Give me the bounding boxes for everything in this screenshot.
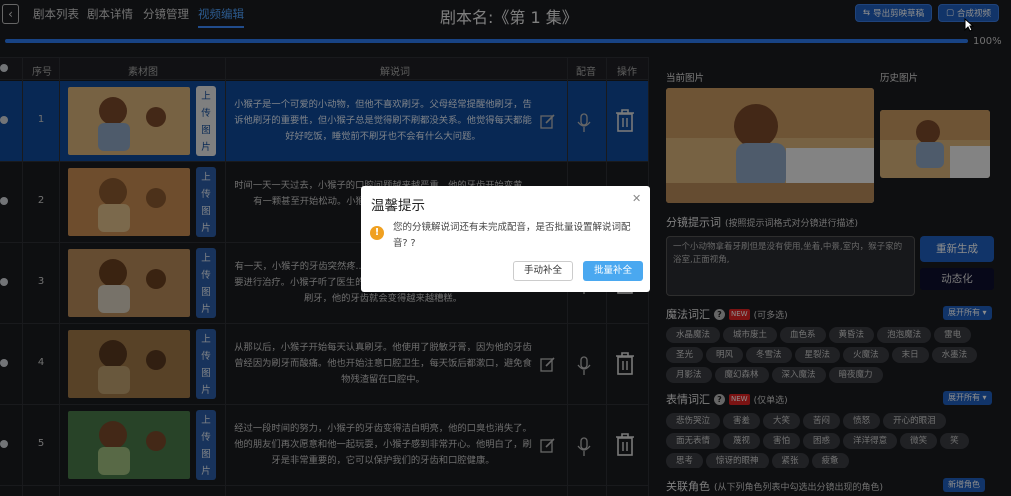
manual-complete-button[interactable]: 手动补全 xyxy=(513,261,573,281)
close-icon[interactable]: ✕ xyxy=(632,192,641,205)
dialog-title: 温馨提示 xyxy=(371,198,425,214)
batch-complete-button[interactable]: 批量补全 xyxy=(583,261,643,281)
confirm-dialog: 温馨提示 ✕ ! 您的分镜解说词还有未完成配音，是否批量设置解说词配音? ? 手… xyxy=(361,186,650,292)
cursor-icon xyxy=(964,18,974,32)
dialog-message: 您的分镜解说词还有未完成配音，是否批量设置解说词配音? ? xyxy=(393,222,631,249)
warning-icon: ! xyxy=(370,226,384,240)
